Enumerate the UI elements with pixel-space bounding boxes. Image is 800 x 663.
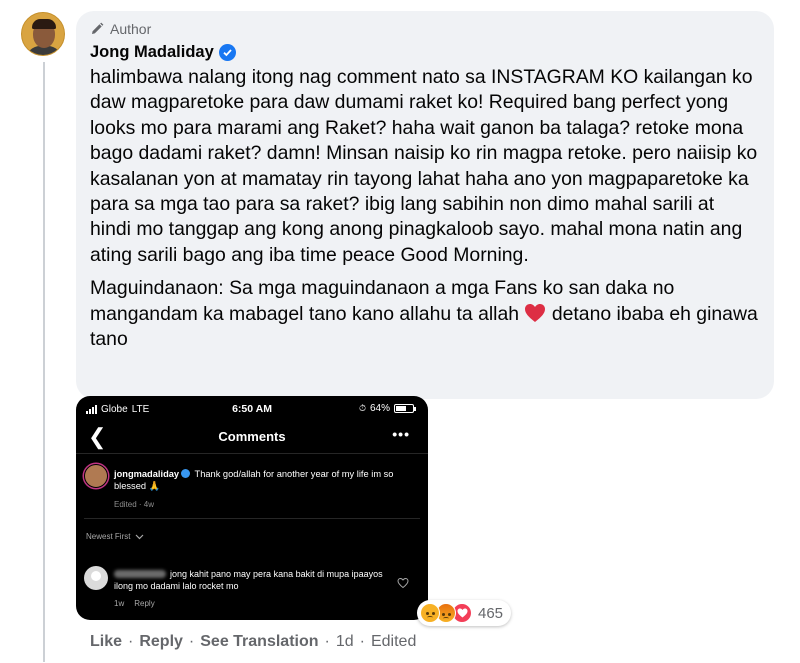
comment-bubble: Author Jong Madaliday halimbawa nalang i… (76, 11, 774, 399)
heart-emoji-icon (525, 303, 546, 322)
reply-button[interactable]: Reply (139, 633, 183, 651)
battery-percent: 64% (369, 403, 390, 414)
sad-reaction-icon (420, 603, 440, 623)
ig-comment-meta: 1w Reply (114, 599, 155, 608)
ig-caption-username: jongmadaliday (114, 469, 180, 479)
alarm-icon: ⏱ (358, 403, 366, 413)
ig-comment-age: 1w (114, 599, 125, 608)
ig-page-title: Comments (218, 429, 286, 444)
separator-dot: · (359, 633, 365, 650)
separator-dot: · (324, 633, 330, 650)
ig-verified-icon (181, 469, 191, 478)
phone-status-bar: Globe LTE 6:50 AM ⏱ 64% (76, 402, 428, 418)
like-button[interactable]: Like (90, 633, 122, 651)
ig-sort-label: Newest First (86, 532, 131, 541)
divider (76, 453, 428, 454)
ig-commenter-avatar (84, 566, 108, 590)
thread-line (43, 62, 45, 662)
ig-caption-meta: Edited · 4w (114, 500, 155, 509)
author-badge: Author (90, 20, 758, 38)
see-translation-button[interactable]: See Translation (200, 633, 318, 651)
edited-label[interactable]: Edited (371, 633, 416, 651)
ig-blurred-username (114, 570, 166, 578)
battery-icon (394, 404, 416, 413)
comment-paragraph-2: Maguindanaon: Sa mga maguindanaon a mga … (90, 276, 760, 352)
avatar-hair (32, 19, 56, 29)
comment-body: halimbawa nalang itong nag comment nato … (90, 65, 760, 352)
attached-screenshot[interactable]: Globe LTE 6:50 AM ⏱ 64% ❮ Comments ••• j… (76, 396, 428, 620)
reaction-summary[interactable]: 465 (417, 600, 512, 626)
ig-sort-control: Newest First (86, 532, 144, 541)
more-options-icon: ••• (392, 426, 410, 442)
verified-badge-icon (218, 43, 236, 61)
comment-timestamp[interactable]: 1d (336, 633, 354, 651)
ig-caption: jongmadaliday Thank god/allah for anothe… (114, 468, 420, 493)
author-name[interactable]: Jong Madaliday (90, 43, 214, 62)
comment-actions: Like · Reply · See Translation · 1d · Ed… (90, 633, 416, 651)
divider (84, 518, 420, 519)
ig-caption-avatar (84, 464, 108, 488)
ig-comment: jong kahit pano may pera kana bakit di m… (114, 568, 396, 593)
battery-fill (396, 406, 407, 411)
reaction-count: 465 (478, 604, 504, 622)
author-badge-label: Author (110, 21, 152, 37)
pencil-icon (92, 22, 104, 34)
comment-paragraph: halimbawa nalang itong nag comment nato … (90, 66, 758, 266)
avatar[interactable] (21, 12, 65, 56)
heart-outline-icon (397, 577, 409, 589)
ig-comment-reply: Reply (134, 599, 155, 608)
chevron-down-icon (136, 534, 144, 539)
separator-dot: · (188, 633, 195, 650)
ig-nav-bar: ❮ Comments ••• (76, 422, 428, 452)
separator-dot: · (128, 633, 134, 650)
